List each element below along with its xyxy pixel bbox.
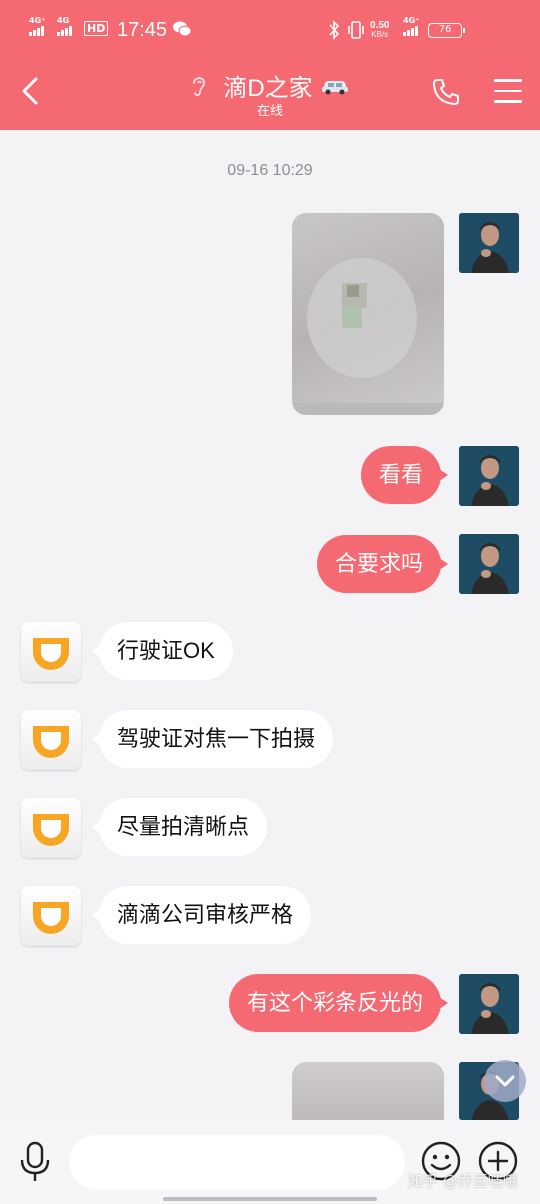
- my-avatar[interactable]: [459, 446, 519, 506]
- license-photo-thumbnail: [292, 258, 444, 415]
- my-avatar[interactable]: [459, 974, 519, 1034]
- chat-title: 滴D之家: [223, 75, 313, 102]
- chat-header: 4G⁺ 4G HD 17:45 0.50 KB/s 4G⁺ 76 滴D之家 在线: [0, 0, 540, 130]
- avatar-image: [459, 213, 519, 273]
- signal-1-label: 4G⁺: [29, 16, 46, 25]
- outgoing-photo-message[interactable]: [292, 213, 444, 415]
- menu-icon[interactable]: [494, 79, 522, 103]
- didi-avatar[interactable]: [21, 622, 81, 682]
- incoming-message-bubble[interactable]: 滴滴公司审核严格: [91, 886, 312, 944]
- vibrate-icon: [348, 21, 364, 39]
- my-avatar[interactable]: [459, 534, 519, 594]
- chevron-down-icon: [495, 1075, 515, 1087]
- incoming-message-bubble[interactable]: 驾驶证对焦一下拍摄: [91, 710, 334, 768]
- incoming-message-bubble[interactable]: 尽量拍清晰点: [91, 798, 268, 856]
- net-speed-value: 0.50: [370, 20, 390, 31]
- wechat-icon: [173, 21, 191, 37]
- status-time: 17:45: [117, 19, 168, 41]
- signal-3-label: 4G⁺: [403, 16, 420, 25]
- signal-1: 4G⁺: [29, 16, 46, 36]
- didi-logo-icon: [33, 638, 69, 670]
- battery-indicator: 76: [428, 23, 465, 38]
- didi-avatar[interactable]: [21, 710, 81, 770]
- my-avatar[interactable]: [459, 213, 519, 273]
- signal-bars-icon: [403, 26, 419, 36]
- chat-timestamp: 09-16 10:29: [227, 162, 313, 179]
- watermark-text: 知乎 @乔豆哇哦: [408, 1172, 518, 1190]
- didi-logo-icon: [33, 726, 69, 758]
- phone-icon[interactable]: [431, 77, 461, 107]
- car-icon: [321, 80, 348, 94]
- outgoing-message-bubble[interactable]: 合要求吗: [316, 535, 449, 593]
- ear-icon[interactable]: [190, 74, 208, 98]
- signal-bars-icon: [29, 26, 45, 36]
- didi-avatar[interactable]: [21, 798, 81, 858]
- signal-3: 4G⁺: [403, 16, 420, 36]
- scroll-to-bottom-button[interactable]: [484, 1060, 526, 1102]
- hd-badge: HD: [84, 21, 109, 36]
- didi-avatar[interactable]: [21, 886, 81, 946]
- network-speed: 0.50 KB/s: [370, 20, 390, 40]
- didi-logo-icon: [33, 814, 69, 846]
- signal-bars-icon: [57, 26, 73, 36]
- status-bar: 4G⁺ 4G HD 17:45 0.50 KB/s 4G⁺ 76: [0, 0, 540, 60]
- avatar-image: [459, 446, 519, 506]
- outgoing-photo-message[interactable]: [292, 1062, 444, 1120]
- signal-2: 4G: [57, 16, 73, 36]
- outgoing-message-bubble[interactable]: 有这个彩条反光的: [228, 974, 449, 1032]
- avatar-image: [459, 974, 519, 1034]
- microphone-icon[interactable]: [18, 1140, 52, 1184]
- outgoing-message-bubble[interactable]: 看看: [360, 446, 449, 504]
- net-speed-unit: KB/s: [371, 30, 389, 39]
- avatar-image: [459, 534, 519, 594]
- home-indicator[interactable]: [163, 1197, 377, 1201]
- didi-logo-icon: [33, 902, 69, 934]
- signal-2-label: 4G: [57, 16, 70, 25]
- bluetooth-icon: [329, 20, 340, 40]
- incoming-message-bubble[interactable]: 行驶证OK: [92, 622, 233, 680]
- message-input[interactable]: [69, 1135, 405, 1189]
